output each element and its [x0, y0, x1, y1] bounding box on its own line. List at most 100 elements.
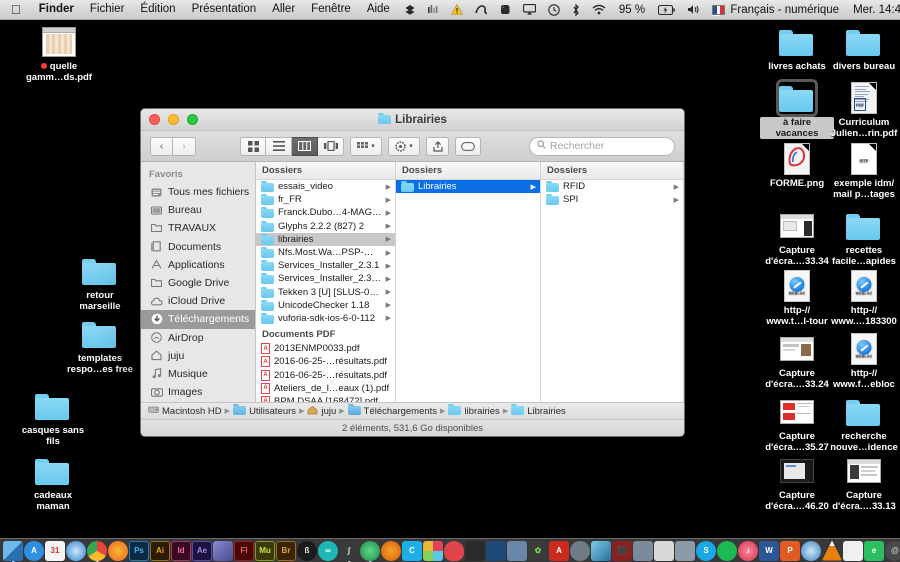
share-button[interactable]	[426, 137, 449, 156]
breadcrumb-juju[interactable]: juju	[307, 405, 336, 418]
list-item[interactable]: Tekken 3 [U] [SLUS-00402]▶	[256, 286, 395, 299]
list-item-selected[interactable]: Librairies▶	[396, 180, 540, 193]
dock-item-slack[interactable]	[423, 541, 443, 561]
sidebar-item-bureau[interactable]: Bureau	[141, 201, 255, 219]
list-item[interactable]: 2016-06-25-…résultats.pdf	[256, 368, 395, 381]
sidebar-item-icloud-drive[interactable]: iCloud Drive	[141, 292, 255, 310]
back-button[interactable]: ‹	[150, 137, 173, 156]
dock-item-screenflow[interactable]	[633, 541, 653, 561]
evernote-icon[interactable]	[493, 0, 517, 19]
dock-item-transmit[interactable]	[654, 541, 674, 561]
desktop-icon-exemple-idm-rtf[interactable]: RTF exemple idm/mail p…tages	[827, 143, 900, 200]
dock-item-pages[interactable]	[843, 541, 863, 561]
dock-item-firefox[interactable]	[108, 541, 128, 561]
breadcrumb-telechargements[interactable]: Téléchargements	[348, 404, 437, 418]
sidebar-item-airdrop[interactable]: AirDrop	[141, 329, 255, 347]
list-item[interactable]: RFID▶	[541, 180, 683, 193]
bluetooth-icon[interactable]	[566, 0, 586, 19]
dock-item-infinity[interactable]: ∞	[318, 541, 338, 561]
menu-item-aller[interactable]: Aller	[264, 0, 303, 19]
desktop-icon-recherche-nouvelle-residence[interactable]: recherchenouve…idence	[827, 396, 900, 453]
menu-item-finder[interactable]: Finder	[31, 0, 82, 19]
dock-item-photoshop[interactable]: Ps	[129, 541, 149, 561]
dock-item-mamp[interactable]: @	[885, 541, 900, 561]
wifi-icon[interactable]	[586, 0, 612, 19]
input-source-label[interactable]: Français - numérique	[723, 4, 846, 16]
menu-item-fichier[interactable]: Fichier	[82, 0, 133, 19]
french-flag-icon[interactable]: 121	[706, 5, 723, 15]
desktop-icon-capture-3527[interactable]: Captured'écra.…35.27	[760, 396, 834, 453]
desktop-icon-capture-3313[interactable]: Captured'écra.…33.13	[827, 455, 900, 512]
desktop-icon-curriculum-pdf[interactable]: PDF CurriculumJulien…rin.pdf	[827, 82, 900, 139]
finder-window[interactable]: Librairies ‹ ›	[140, 108, 685, 437]
desktop-icon-webloc-ebloc[interactable]: WEBLOC http-//www.f…ebloc	[827, 333, 900, 390]
breadcrumb-librairies-lower[interactable]: librairies	[448, 404, 499, 418]
dock-item-app-store[interactable]: A	[24, 541, 44, 561]
apple-menu-icon[interactable]: 	[0, 2, 31, 18]
dropbox-icon[interactable]	[398, 0, 422, 19]
window-title-bar[interactable]: Librairies	[141, 109, 684, 131]
menu-item-aide[interactable]: Aide	[359, 0, 398, 19]
arrange-button[interactable]: ▾	[350, 137, 382, 156]
dock-item-evernote[interactable]: e	[864, 541, 884, 561]
list-item[interactable]: SPI▶	[541, 193, 683, 206]
action-button[interactable]: ▾	[388, 137, 420, 156]
sidebar-item-musique[interactable]: Musique	[141, 365, 255, 383]
dock-item-after-effects[interactable]: Ae	[192, 541, 212, 561]
sidebar-item-images[interactable]: Images	[141, 383, 255, 401]
desktop-icon-capture-3334[interactable]: Captured'écra.…33.34	[760, 210, 834, 267]
dock-item-colorsync[interactable]	[591, 541, 611, 561]
dock-item-vlc[interactable]	[822, 541, 842, 561]
dock-item-unarchiver[interactable]: ⬛	[612, 541, 632, 561]
desktop-icon-webloc-183300[interactable]: WEBLOC http-//www.…183300	[827, 270, 900, 327]
list-item[interactable]: Ateliers_de_l…eaux (1).pdf	[256, 382, 395, 395]
list-view-button[interactable]	[266, 137, 292, 156]
tags-button[interactable]	[455, 137, 481, 156]
sidebar-item-applications[interactable]: Applications	[141, 256, 255, 274]
breadcrumb-librairies-upper[interactable]: Librairies	[511, 404, 566, 418]
list-item[interactable]: Services_Installer_2.3.1 2▶	[256, 272, 395, 285]
list-item[interactable]: vuforia-sdk-ios-6-0-112▶	[256, 312, 395, 325]
dock-item-bridge[interactable]: Br	[276, 541, 296, 561]
airplay-icon[interactable]	[517, 0, 542, 19]
dock-item-preview[interactable]	[507, 541, 527, 561]
battery-charging-icon[interactable]	[652, 0, 681, 19]
coverflow-view-button[interactable]	[318, 137, 344, 156]
shortcat-icon[interactable]	[469, 0, 493, 19]
desktop-icon-quelle-gamme-pdf[interactable]: quellegamm…ds.pdf	[22, 26, 96, 83]
dock-item-blender[interactable]	[381, 541, 401, 561]
dock-item-pocket[interactable]	[444, 541, 464, 561]
breadcrumb-utilisateurs[interactable]: Utilisateurs	[233, 404, 296, 418]
dock-item-muse[interactable]: Mu	[255, 541, 275, 561]
dock-item-word[interactable]: W	[759, 541, 779, 561]
dock-item-cinema4d[interactable]: C	[402, 541, 422, 561]
dock-item-calendar[interactable]: 31	[45, 541, 65, 561]
dock-item-indesign[interactable]: Id	[171, 541, 191, 561]
list-item[interactable]: fr_FR▶	[256, 193, 395, 206]
warning-icon[interactable]	[445, 0, 469, 19]
dock-item-itunes[interactable]: ♪	[738, 541, 758, 561]
dock-item-disk-utility[interactable]	[570, 541, 590, 561]
dock-item-bridge-cc[interactable]	[213, 541, 233, 561]
time-machine-icon[interactable]	[542, 0, 566, 19]
dock-item-handbrake[interactable]	[465, 541, 485, 561]
dock-item-finder[interactable]	[3, 541, 23, 561]
desktop-icon-recettes-faciles[interactable]: recettesfacile…apides	[827, 210, 900, 267]
dock-item-filezilla[interactable]	[486, 541, 506, 561]
dock-item-sketch[interactable]: ∫	[339, 541, 359, 561]
icon-view-button[interactable]	[240, 137, 266, 156]
dock-item-plant-app[interactable]: ✿	[528, 541, 548, 561]
search-field[interactable]: Rechercher	[529, 137, 675, 156]
desktop-icon-templates-responsives[interactable]: templatesrespo…es free	[63, 318, 137, 375]
desktop-icon-webloc-tour[interactable]: WEBLOC http-//www.t…l-tour	[760, 270, 834, 327]
list-item[interactable]: UnicodeChecker 1.18▶	[256, 299, 395, 312]
sidebar-item-google-drive[interactable]: Google Drive	[141, 274, 255, 292]
dock-item-sublime[interactable]	[360, 541, 380, 561]
dock-item-prezi[interactable]: P	[780, 541, 800, 561]
desktop-icon-capture-3324[interactable]: Captured'écra.…33.24	[760, 333, 834, 390]
menu-item-edition[interactable]: Édition	[132, 0, 183, 19]
sidebar-item-telechargements[interactable]: Téléchargements	[141, 310, 255, 328]
dock-item-illustrator[interactable]: Ai	[150, 541, 170, 561]
list-item[interactable]: Services_Installer_2.3.1▶	[256, 259, 395, 272]
menu-bar-clock[interactable]: Mer. 14:46	[846, 4, 900, 16]
